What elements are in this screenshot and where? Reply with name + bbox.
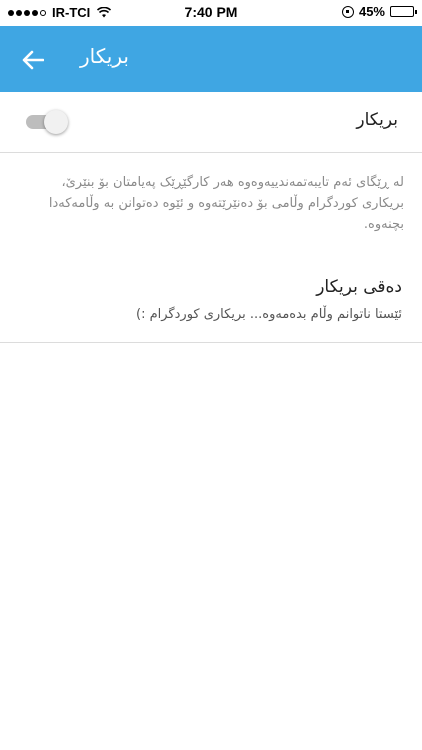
agent-message-text: ئێستا ناتوانم وڵام بدەمەوە... بریکاری کو… xyxy=(136,307,402,322)
agent-message-title: دەقی بریکار xyxy=(316,277,402,297)
status-bar-right: 45% xyxy=(341,4,417,19)
agent-toggle-label: بریکار xyxy=(356,110,398,130)
agent-toggle-switch[interactable] xyxy=(24,110,70,134)
status-bar-left: IR-TCI xyxy=(8,5,112,20)
carrier-name: IR-TCI xyxy=(52,5,91,20)
rotation-lock-icon xyxy=(341,5,354,18)
agent-message-row[interactable]: دەقی بریکار ئێستا ناتوانم وڵام بدەمەوە..… xyxy=(0,265,422,343)
agent-description: لە ڕێگای ئەم تایبەتمەندییەوەوە هەر کارگێ… xyxy=(48,175,404,232)
wifi-icon xyxy=(97,7,112,18)
back-arrow-icon xyxy=(22,50,44,70)
battery-icon xyxy=(390,6,417,17)
status-bar: IR-TCI 7:40 PM 45% xyxy=(0,0,422,26)
back-button[interactable] xyxy=(16,43,50,77)
signal-icon xyxy=(8,9,46,16)
toggle-knob xyxy=(44,110,68,134)
app-bar: بریکار xyxy=(0,26,422,92)
page-title: بریکار xyxy=(80,44,129,68)
agent-toggle-row: بریکار xyxy=(0,92,422,153)
battery-percent: 45% xyxy=(358,4,385,19)
